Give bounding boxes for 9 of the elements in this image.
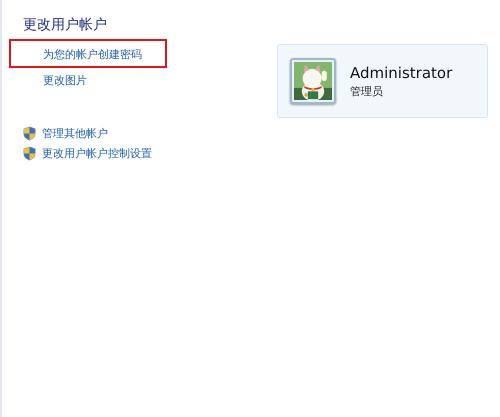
account-role: 管理员 [350, 84, 384, 98]
link[interactable]: 更改用户帐户控制设置 [42, 146, 152, 161]
link[interactable]: 管理其他帐户 [42, 126, 108, 141]
shield-icon [23, 126, 36, 141]
account-name: Administrator [350, 64, 452, 82]
shield-icon [23, 146, 36, 161]
page-heading: 更改用户帐户 [23, 16, 108, 34]
link[interactable]: 更改图片 [43, 74, 87, 88]
link[interactable]: 为您的帐户创建密码 [43, 48, 142, 62]
